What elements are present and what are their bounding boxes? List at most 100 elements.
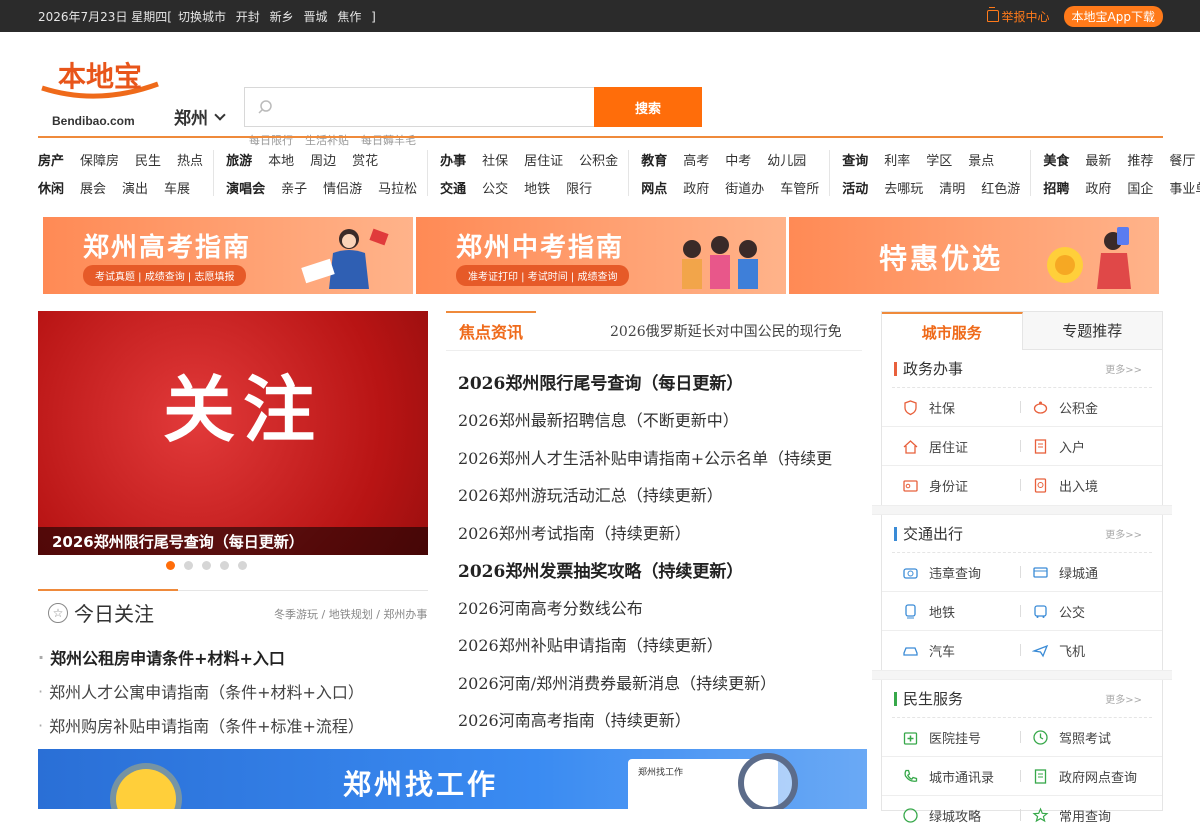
news-item[interactable]: 2026郑州最新招聘信息（不断更新中） bbox=[458, 401, 862, 439]
service-item[interactable]: 飞机 bbox=[1020, 641, 1152, 660]
news-item[interactable]: 2026郑州限行尾号查询（每日更新） bbox=[458, 363, 862, 401]
slider-dot[interactable] bbox=[166, 561, 175, 570]
service-item[interactable]: 公交 bbox=[1020, 602, 1152, 621]
today-tags[interactable]: 冬季游玩 / 地铁规划 / 郑州办事 bbox=[274, 606, 427, 622]
news-item[interactable]: 2026郑州发票抽奖攻略（持续更新） bbox=[458, 551, 862, 589]
app-download-button[interactable]: 本地宝App下载 bbox=[1063, 5, 1163, 27]
city-link-kaifeng[interactable]: 开封 bbox=[236, 10, 260, 24]
nav-link[interactable]: 高考 bbox=[683, 150, 709, 169]
nav-category-link[interactable]: 教育 bbox=[641, 150, 667, 169]
nav-link[interactable]: 地铁 bbox=[524, 178, 550, 197]
nav-link[interactable]: 保障房 bbox=[80, 150, 119, 169]
more-link[interactable]: 更多>> bbox=[1105, 691, 1142, 706]
banner-deals[interactable]: 特惠优选 bbox=[789, 217, 1159, 294]
nav-link[interactable]: 景点 bbox=[968, 150, 994, 169]
service-item[interactable]: 城市通讯录 bbox=[892, 767, 1022, 786]
service-item[interactable]: 政府网点查询 bbox=[1020, 767, 1152, 786]
switch-city-link[interactable]: 切换城市 bbox=[178, 10, 226, 24]
service-item[interactable]: 医院挂号 bbox=[892, 728, 1022, 747]
service-item[interactable]: 违章查询 bbox=[892, 563, 1022, 582]
nav-link[interactable]: 限行 bbox=[566, 178, 592, 197]
service-item[interactable]: 居住证 bbox=[892, 437, 1022, 456]
nav-link[interactable]: 国企 bbox=[1127, 178, 1153, 197]
search-button[interactable]: 搜索 bbox=[594, 87, 702, 127]
hot-search-link[interactable]: 每日薅羊毛 bbox=[361, 132, 416, 148]
nav-link[interactable]: 公交 bbox=[482, 178, 508, 197]
search-input[interactable] bbox=[273, 88, 594, 126]
city-link-jincheng[interactable]: 晋城 bbox=[303, 10, 327, 24]
nav-category-link[interactable]: 房产 bbox=[38, 150, 64, 169]
service-item[interactable]: 身份证 bbox=[892, 476, 1022, 495]
tab-city-services[interactable]: 城市服务 bbox=[882, 312, 1023, 350]
service-item[interactable]: 公积金 bbox=[1020, 398, 1152, 417]
service-item[interactable]: 绿城攻略 bbox=[892, 806, 1022, 825]
banner-zhongkao[interactable]: 郑州中考指南 准考证打印 | 考试时间 | 成绩查询 bbox=[416, 217, 786, 294]
news-item[interactable]: 2026郑州补贴申请指南（持续更新） bbox=[458, 626, 862, 664]
service-item[interactable]: 常用查询 bbox=[1020, 806, 1152, 825]
banner-gaokao[interactable]: 郑州高考指南 考试真题 | 成绩查询 | 志愿填报 bbox=[43, 217, 413, 294]
nav-link[interactable]: 居住证 bbox=[524, 150, 563, 169]
hot-search-link[interactable]: 每日限行 bbox=[249, 132, 293, 148]
nav-link[interactable]: 去哪玩 bbox=[884, 178, 923, 197]
news-item[interactable]: 2026郑州人才生活补贴申请指南+公示名单（持续更 bbox=[458, 438, 862, 476]
site-logo[interactable]: 本地宝 Bendibao.com bbox=[38, 52, 162, 144]
nav-link[interactable]: 车管所 bbox=[780, 178, 819, 197]
nav-link[interactable]: 周边 bbox=[310, 150, 336, 169]
service-item[interactable]: 绿城通 bbox=[1020, 563, 1152, 582]
service-item[interactable]: 社保 bbox=[892, 398, 1022, 417]
news-item[interactable]: 2026河南高考分数线公布 bbox=[458, 588, 862, 626]
service-item[interactable]: 汽车 bbox=[892, 641, 1022, 660]
nav-link[interactable]: 亲子 bbox=[281, 178, 307, 197]
nav-category-link[interactable]: 旅游 bbox=[226, 150, 252, 169]
today-list-item[interactable]: 郑州人才公寓申请指南（条件+材料+入口） bbox=[38, 674, 428, 708]
nav-category-link[interactable]: 演唱会 bbox=[226, 178, 265, 197]
nav-link[interactable]: 赏花 bbox=[352, 150, 378, 169]
news-item[interactable]: 2026郑州游玩活动汇总（持续更新） bbox=[458, 476, 862, 514]
nav-category-link[interactable]: 休闲 bbox=[38, 178, 64, 197]
nav-category-link[interactable]: 查询 bbox=[842, 150, 868, 169]
nav-link[interactable]: 最新 bbox=[1085, 150, 1111, 169]
nav-link[interactable]: 清明 bbox=[939, 178, 965, 197]
news-item[interactable]: 2026河南高考指南（持续更新） bbox=[458, 701, 862, 739]
slider-dot[interactable] bbox=[184, 561, 193, 570]
nav-link[interactable]: 车展 bbox=[164, 178, 190, 197]
nav-link[interactable]: 本地 bbox=[268, 150, 294, 169]
service-item[interactable]: 地铁 bbox=[892, 602, 1022, 621]
nav-link[interactable]: 利率 bbox=[884, 150, 910, 169]
nav-link[interactable]: 政府 bbox=[1085, 178, 1111, 197]
slider-dot[interactable] bbox=[220, 561, 229, 570]
slider-dot[interactable] bbox=[202, 561, 211, 570]
news-item[interactable]: 2026河南/郑州消费券最新消息（持续更新） bbox=[458, 663, 862, 701]
nav-link[interactable]: 马拉松 bbox=[378, 178, 417, 197]
city-selector[interactable]: 郑州 bbox=[174, 104, 226, 129]
nav-link[interactable]: 社保 bbox=[482, 150, 508, 169]
hot-search-link[interactable]: 生活补贴 bbox=[305, 132, 349, 148]
nav-link[interactable]: 学区 bbox=[926, 150, 952, 169]
nav-link[interactable]: 情侣游 bbox=[323, 178, 362, 197]
nav-link[interactable]: 公积金 bbox=[579, 150, 618, 169]
nav-link[interactable]: 街道办 bbox=[725, 178, 764, 197]
news-item[interactable]: 2026郑州考试指南（持续更新） bbox=[458, 513, 862, 551]
news-marquee[interactable]: 2026俄罗斯延长对中国公民的现行免 bbox=[610, 321, 842, 341]
nav-category-link[interactable]: 网点 bbox=[641, 178, 667, 197]
today-list-item[interactable]: 郑州购房补贴申请指南（条件+标准+流程） bbox=[38, 708, 428, 742]
city-link-jiaozuo[interactable]: 焦作 bbox=[337, 10, 361, 24]
nav-link[interactable]: 推荐 bbox=[1127, 150, 1153, 169]
nav-link[interactable]: 展会 bbox=[80, 178, 106, 197]
nav-category-link[interactable]: 活动 bbox=[842, 178, 868, 197]
nav-link[interactable]: 红色游 bbox=[981, 178, 1020, 197]
nav-link[interactable]: 事业单位 bbox=[1169, 178, 1200, 197]
nav-category-link[interactable]: 交通 bbox=[440, 178, 466, 197]
today-list-item[interactable]: 郑州公租房申请条件+材料+入口 bbox=[38, 640, 428, 674]
nav-link[interactable]: 幼儿园 bbox=[767, 150, 806, 169]
service-item[interactable]: 入户 bbox=[1020, 437, 1152, 456]
report-center-link[interactable]: 举报中心 bbox=[986, 7, 1050, 25]
nav-link[interactable]: 演出 bbox=[122, 178, 148, 197]
focus-slider[interactable]: 关注 2026郑州限行尾号查询（每日更新） bbox=[38, 311, 428, 555]
slider-dot[interactable] bbox=[238, 561, 247, 570]
job-banner[interactable]: 郑州找工作 郑州找工作 bbox=[38, 749, 867, 809]
service-item[interactable]: 驾照考试 bbox=[1020, 728, 1152, 747]
nav-link[interactable]: 民生 bbox=[135, 150, 161, 169]
nav-category-link[interactable]: 办事 bbox=[440, 150, 466, 169]
service-item[interactable]: 出入境 bbox=[1020, 476, 1152, 495]
